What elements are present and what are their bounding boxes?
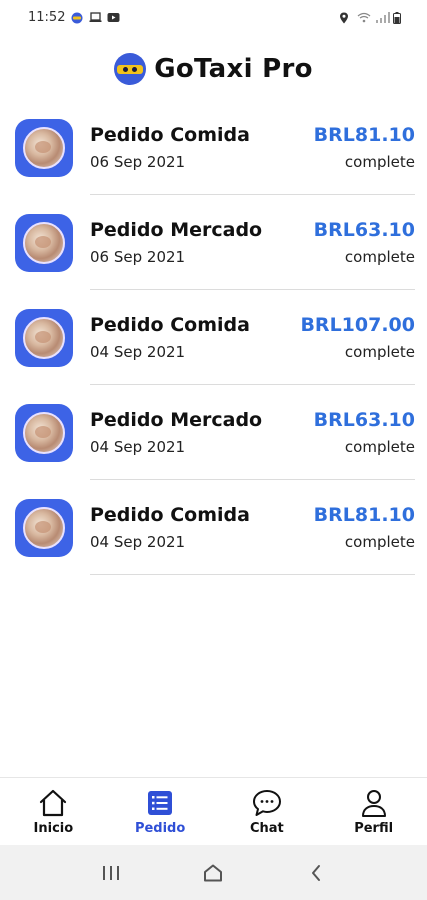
order-title: Pedido Mercado: [90, 409, 263, 431]
order-item[interactable]: Pedido Comida 06 Sep 2021 BRL81.10 compl…: [0, 100, 427, 195]
order-status: complete: [344, 438, 415, 456]
order-price: BRL63.10: [313, 409, 415, 431]
back-icon[interactable]: [296, 853, 336, 893]
status-time: 11:52: [28, 9, 66, 25]
page-title: GoTaxi Pro: [154, 54, 313, 84]
order-title: Pedido Comida: [90, 504, 250, 526]
order-status: complete: [344, 153, 415, 171]
order-date: 04 Sep 2021: [90, 533, 186, 551]
app-header: GoTaxi Pro: [0, 48, 427, 90]
order-item[interactable]: Pedido Comida 04 Sep 2021 BRL107.00 comp…: [0, 290, 427, 385]
status-bar: 11:52: [0, 0, 427, 34]
order-price: BRL81.10: [313, 504, 415, 526]
order-avatar: [15, 499, 73, 557]
nav-item-inicio[interactable]: Inicio: [0, 778, 107, 843]
nav-label: Perfil: [354, 821, 394, 836]
battery-icon: [393, 11, 405, 24]
order-status: complete: [344, 533, 415, 551]
signal-icon: [375, 11, 390, 23]
order-title: Pedido Comida: [90, 314, 250, 336]
laptop-icon: [89, 11, 102, 23]
home-icon: [37, 788, 69, 818]
list-icon: [144, 788, 176, 818]
location-icon: [339, 12, 351, 23]
order-item[interactable]: Pedido Mercado 04 Sep 2021 BRL63.10 comp…: [0, 385, 427, 480]
order-title: Pedido Comida: [90, 124, 250, 146]
recents-icon[interactable]: [91, 853, 131, 893]
youtube-icon: [107, 12, 120, 23]
order-item[interactable]: Pedido Comida 04 Sep 2021 BRL81.10 compl…: [0, 480, 427, 575]
food-photo: [23, 222, 65, 264]
order-title: Pedido Mercado: [90, 219, 263, 241]
nav-label: Chat: [249, 821, 284, 836]
status-right: [339, 11, 405, 24]
system-nav-bar: [0, 845, 427, 900]
gotaxi-logo-icon: [114, 53, 147, 85]
divider: [90, 574, 415, 575]
order-avatar: [15, 214, 73, 272]
orders-list: Pedido Comida 06 Sep 2021 BRL81.10 compl…: [0, 100, 427, 575]
food-photo: [23, 412, 65, 454]
order-price: BRL81.10: [313, 124, 415, 146]
order-price: BRL63.10: [313, 219, 415, 241]
order-date: 06 Sep 2021: [90, 248, 186, 266]
food-photo: [23, 127, 65, 169]
order-date: 06 Sep 2021: [90, 153, 186, 171]
nav-label: Pedido: [134, 821, 186, 836]
nav-item-perfil[interactable]: Perfil: [320, 778, 427, 843]
order-price: BRL107.00: [300, 314, 415, 336]
order-avatar: [15, 404, 73, 462]
order-status: complete: [344, 343, 415, 361]
order-date: 04 Sep 2021: [90, 343, 186, 361]
food-photo: [23, 507, 65, 549]
order-avatar: [15, 119, 73, 177]
order-item[interactable]: Pedido Mercado 06 Sep 2021 BRL63.10 comp…: [0, 195, 427, 290]
order-date: 04 Sep 2021: [90, 438, 186, 456]
status-left: 11:52: [28, 9, 120, 25]
order-avatar: [15, 309, 73, 367]
food-photo: [23, 317, 65, 359]
chat-icon: [251, 788, 283, 818]
nav-item-chat[interactable]: Chat: [214, 778, 321, 843]
nav-item-pedido[interactable]: Pedido: [107, 778, 214, 843]
app-logo-icon: [71, 12, 83, 23]
nav-label: Inicio: [33, 821, 74, 836]
profile-icon: [358, 788, 390, 818]
home-button-icon[interactable]: [193, 853, 233, 893]
wifi-icon: [357, 12, 371, 23]
bottom-nav: Inicio Pedido Chat Perfil: [0, 777, 427, 843]
order-status: complete: [344, 248, 415, 266]
